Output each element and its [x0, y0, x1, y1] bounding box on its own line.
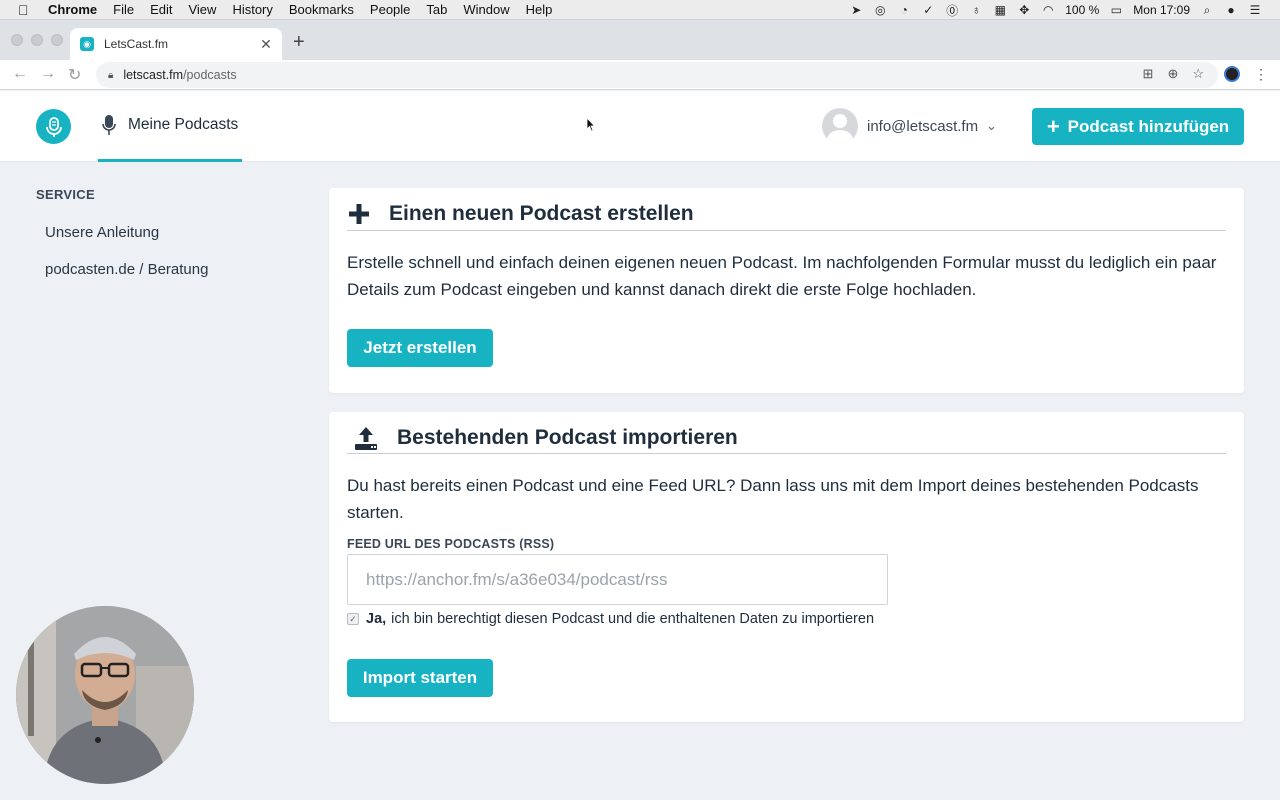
user-avatar — [822, 108, 858, 144]
menu-bookmarks[interactable]: Bookmarks — [289, 2, 354, 17]
omnibox-tools: ⊞ ⊕ ☆ — [1143, 66, 1204, 82]
feed-url-label: FEED URL DES PODCASTS (RSS) — [347, 537, 555, 551]
tab-title: LetsCast.fm — [104, 37, 169, 51]
plus-icon: + — [1046, 113, 1060, 139]
browser-tab-strip: ◉ LetsCast.fm ✕ + — [0, 20, 1280, 60]
menu-app-name[interactable]: Chrome — [48, 2, 97, 17]
address-bar[interactable]: 🔒︎ letscast.fm/podcasts ⊞ ⊕ ☆ — [96, 62, 1218, 88]
menu-history[interactable]: History — [232, 2, 272, 17]
reload-icon[interactable]: ↻ — [68, 65, 81, 85]
sidebar-link-anleitung[interactable]: Unsere Anleitung — [45, 224, 159, 241]
mouse-cursor-icon — [586, 117, 596, 132]
spotlight-search-icon[interactable]: ⌕ — [1200, 3, 1214, 17]
menu-file[interactable]: File — [113, 2, 134, 17]
sidebar-heading: SERVICE — [36, 187, 95, 202]
upload-icon — [355, 427, 377, 450]
back-arrow-icon[interactable]: ← — [12, 65, 28, 83]
import-starten-button[interactable]: Import starten — [347, 659, 493, 697]
add-podcast-label: Podcast hinzufügen — [1067, 116, 1230, 136]
plus-icon — [349, 204, 369, 224]
move-icon[interactable]: ✥ — [1017, 3, 1031, 17]
create-card-description: Erstelle schnell und einfach deinen eige… — [347, 253, 1217, 299]
import-card-title-text: Bestehenden Podcast importieren — [397, 426, 738, 449]
url-path: /podcasts — [183, 68, 237, 82]
new-tab-icon[interactable]: + — [293, 31, 305, 54]
checkbox-bold-text: Ja, — [366, 611, 387, 627]
person-icon[interactable]: ♁ — [969, 3, 983, 17]
feed-url-input[interactable] — [347, 554, 888, 605]
profile-avatar-icon[interactable] — [1224, 66, 1240, 82]
zoom-icon[interactable]: ⊕ — [1167, 66, 1178, 82]
minimize-window-icon[interactable] — [31, 34, 43, 46]
app-header: Meine Podcasts info@letscast.fm ⌄ + Podc… — [0, 91, 1280, 162]
close-window-icon[interactable] — [11, 34, 23, 46]
menubar-status-area: ➤ ◎ ◔ ✓ ⓪ ♁ ▦ ✥ ◠ 100 % ▭ Mon 17:09 ⌕ ● … — [849, 0, 1262, 20]
logo-microphone-icon — [45, 116, 62, 137]
macos-menubar:  Chrome File Edit View History Bookmark… — [0, 0, 1280, 20]
translate-icon[interactable]: ⊞ — [1143, 66, 1154, 82]
apple-icon[interactable]:  — [18, 2, 34, 18]
create-card-title: Einen neuen Podcast erstellen — [347, 202, 694, 226]
close-tab-icon[interactable]: ✕ — [258, 36, 274, 53]
user-menu[interactable]: info@letscast.fm ⌄ — [822, 108, 997, 144]
create-podcast-card: Einen neuen Podcast erstellen Erstelle s… — [329, 188, 1244, 393]
battery-icon[interactable]: ▭ — [1109, 3, 1123, 17]
url-host: letscast.fm — [123, 68, 184, 82]
checkmark-circle-icon[interactable]: ✓ — [921, 3, 935, 17]
wifi-icon[interactable]: ◠ — [1041, 3, 1055, 17]
browser-toolbar: ← → ↻ 🔒︎ letscast.fm/podcasts ⊞ ⊕ ☆ ⋮ — [0, 60, 1280, 90]
activity-icon[interactable]: ◔ — [897, 3, 911, 17]
add-podcast-button[interactable]: + Podcast hinzufügen — [1032, 108, 1244, 145]
nav-tab-meine-podcasts[interactable]: Meine Podcasts — [98, 91, 242, 162]
sidebar-link-beratung[interactable]: podcasten.de / Beratung — [45, 261, 208, 278]
import-card-title: Bestehenden Podcast importieren — [347, 425, 738, 451]
menu-people[interactable]: People — [370, 2, 410, 17]
notification-center-icon[interactable]: ☰ — [1248, 3, 1262, 17]
menu-tab[interactable]: Tab — [426, 2, 447, 17]
authorization-checkbox[interactable]: ✓ — [347, 613, 359, 625]
menu-help[interactable]: Help — [526, 2, 553, 17]
browser-menu-icon[interactable]: ⋮ — [1254, 66, 1268, 83]
create-card-title-text: Einen neuen Podcast erstellen — [389, 202, 694, 225]
webcam-overlay — [16, 606, 194, 784]
user-email: info@letscast.fm — [867, 117, 979, 135]
menu-window[interactable]: Window — [463, 2, 509, 17]
aperture-icon[interactable]: ◎ — [873, 3, 887, 17]
nav-tab-label: Meine Podcasts — [128, 116, 239, 133]
import-card-description: Du hast bereits einen Podcast und eine F… — [347, 476, 1199, 522]
create-card-divider — [347, 230, 1226, 231]
checkbox-label: ich bin berechtigt diesen Podcast und di… — [391, 611, 875, 627]
siri-icon[interactable]: ● — [1224, 3, 1238, 17]
zoom-window-icon[interactable] — [51, 34, 63, 46]
clock[interactable]: Mon 17:09 — [1133, 3, 1190, 17]
authorization-checkbox-row[interactable]: ✓ Ja, ich bin berechtigt diesen Podcast … — [347, 611, 874, 627]
lock-icon[interactable]: 🔒︎ — [108, 70, 113, 81]
password-manager-icon[interactable]: ⓪ — [945, 3, 959, 18]
browser-tab[interactable]: ◉ LetsCast.fm ✕ — [70, 28, 282, 60]
menu-edit[interactable]: Edit — [150, 2, 172, 17]
window-controls — [11, 34, 63, 46]
import-card-divider — [347, 453, 1226, 454]
letscast-logo-icon[interactable] — [36, 109, 71, 144]
bookmark-star-icon[interactable]: ☆ — [1192, 66, 1204, 82]
chevron-down-icon: ⌄ — [986, 118, 997, 133]
battery-percent: 100 % — [1065, 3, 1100, 17]
jetzt-erstellen-button[interactable]: Jetzt erstellen — [347, 329, 493, 367]
letscast-favicon-icon: ◉ — [80, 37, 94, 51]
grid-icon[interactable]: ▦ — [993, 3, 1007, 17]
presenter-video-image — [16, 606, 194, 784]
import-podcast-card: Bestehenden Podcast importieren Du hast … — [329, 412, 1244, 722]
forward-arrow-icon[interactable]: → — [40, 65, 56, 83]
menu-view[interactable]: View — [188, 2, 216, 17]
microphone-icon — [102, 115, 116, 135]
location-arrow-icon[interactable]: ➤ — [849, 3, 863, 17]
